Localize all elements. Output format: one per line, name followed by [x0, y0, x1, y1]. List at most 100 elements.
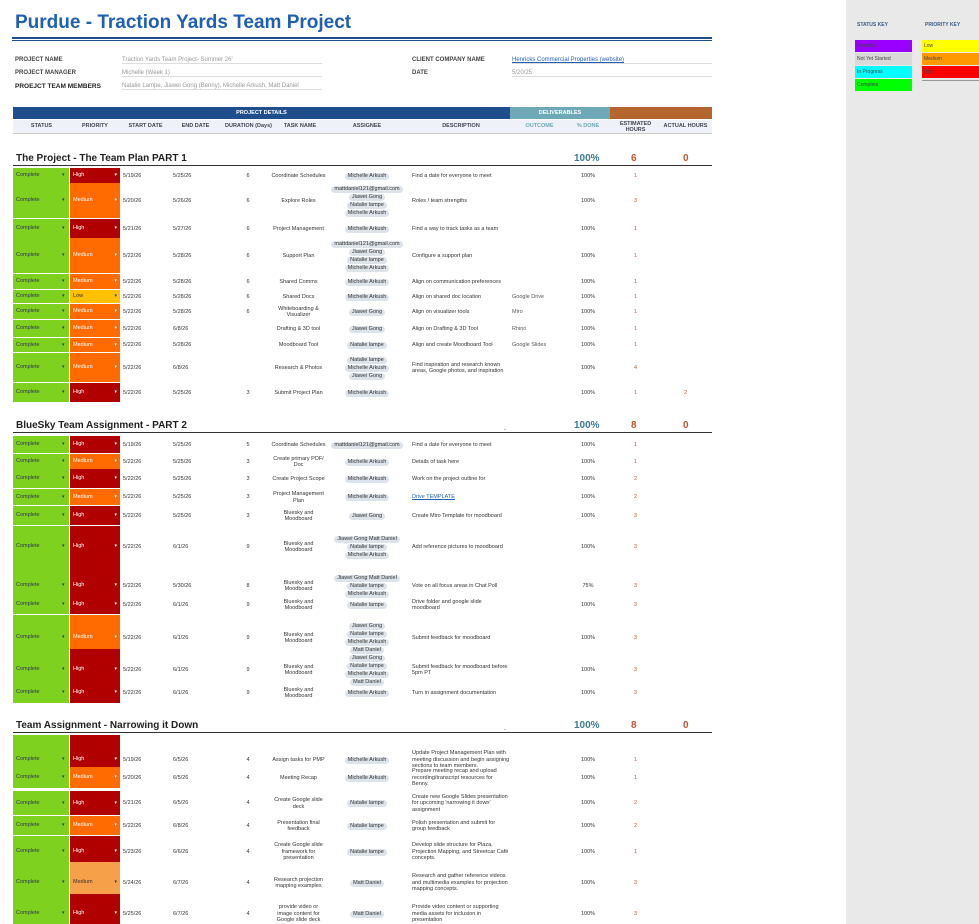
assignee-chip[interactable]: Natalie lampe — [347, 800, 387, 807]
assignee-cell[interactable]: Michelle Arkush — [327, 274, 407, 290]
description-cell[interactable]: Drive folder and google slide moodboard — [412, 595, 510, 615]
description-cell[interactable] — [412, 383, 510, 403]
description-cell[interactable]: Add reference pictures to moodboard — [412, 526, 510, 568]
description-cell[interactable]: Find a date for everyone to meet — [412, 436, 510, 454]
outcome-cell[interactable] — [512, 506, 567, 526]
priority-dropdown[interactable]: High ▾ — [70, 168, 120, 184]
actual-hours-cell[interactable] — [663, 894, 708, 924]
estimated-hours-cell[interactable]: 3 — [613, 506, 658, 526]
assignee-chip[interactable]: Michelle Arkush — [344, 475, 390, 483]
start-date-cell[interactable]: 5/25/26 — [123, 894, 141, 924]
priority-dropdown[interactable]: Low ▾ — [70, 290, 120, 304]
status-dropdown[interactable]: Complete ▾ — [13, 489, 69, 506]
priority-dropdown[interactable]: High ▾ — [70, 894, 120, 924]
end-date-cell[interactable]: 6/7/26 — [173, 894, 188, 924]
assignee-cell[interactable]: Jiawei Gong — [327, 506, 407, 526]
assignee-cell[interactable]: mattdaniel121@gmail.com — [327, 436, 407, 454]
outcome-cell[interactable] — [512, 454, 567, 470]
priority-dropdown[interactable]: Medium ▾ — [70, 183, 120, 219]
estimated-hours-cell[interactable]: 3 — [613, 595, 658, 615]
estimated-hours-cell[interactable]: 1 — [613, 219, 658, 239]
priority-dropdown[interactable]: High ▾ — [70, 506, 120, 526]
duration-cell[interactable]: 6 — [228, 183, 268, 219]
end-date-cell[interactable]: 5/25/26 — [173, 454, 191, 470]
client-link[interactable]: Henricks Commercial Properties (website) — [512, 57, 712, 64]
actual-hours-cell[interactable] — [663, 338, 708, 353]
estimated-hours-cell[interactable]: 2 — [613, 791, 658, 816]
task-name-cell[interactable]: Research & Photos — [271, 353, 326, 383]
task-name-cell[interactable]: Whiteboarding & Visualizer — [271, 304, 326, 320]
priority-dropdown[interactable]: Medium ▾ — [70, 320, 120, 338]
outcome-cell[interactable] — [512, 816, 567, 836]
assignee-chip[interactable]: Michelle Arkush — [344, 638, 390, 646]
actual-hours-cell[interactable] — [663, 454, 708, 470]
duration-cell[interactable]: 9 — [228, 682, 268, 704]
percent-done-cell[interactable]: 100% — [568, 489, 608, 506]
end-date-cell[interactable]: 6/8/26 — [173, 353, 188, 383]
duration-cell[interactable]: 6 — [228, 168, 268, 184]
assignee-chip[interactable]: Michelle Arkush — [344, 756, 390, 764]
percent-done-cell[interactable]: 100% — [568, 168, 608, 184]
percent-done-cell[interactable]: 100% — [568, 338, 608, 353]
assignee-chip[interactable]: Michelle Arkush — [344, 458, 390, 466]
description-cell[interactable]: Align on Drafting & 3D Tool — [412, 320, 510, 338]
assignee-cell[interactable]: Michelle Arkush — [327, 682, 407, 704]
description-cell[interactable]: Prepare meeting recap and upload recordi… — [412, 767, 510, 789]
end-date-cell[interactable]: 5/25/26 — [173, 489, 191, 506]
end-date-cell[interactable]: 6/1/26 — [173, 526, 188, 568]
priority-dropdown[interactable]: Medium ▾ — [70, 238, 120, 274]
start-date-cell[interactable]: 5/22/26 — [123, 383, 141, 403]
assignee-chip[interactable]: Natalie lampe — [347, 662, 387, 670]
description-cell[interactable]: Create Miro Template for moodboard — [412, 506, 510, 526]
actual-hours-cell[interactable] — [663, 506, 708, 526]
actual-hours-cell[interactable] — [663, 436, 708, 454]
status-dropdown[interactable]: Complete ▾ — [13, 454, 69, 470]
start-date-cell[interactable]: 5/20/26 — [123, 183, 141, 219]
duration-cell[interactable]: 9 — [228, 526, 268, 568]
status-dropdown[interactable]: Complete ▾ — [13, 595, 69, 615]
assignee-chip[interactable]: Jiawei Gong — [348, 654, 386, 662]
team-value[interactable]: Natalie Lampe, Jiawei Gong (Benny), Mich… — [122, 83, 322, 90]
estimated-hours-cell[interactable]: 1 — [613, 304, 658, 320]
assignee-cell[interactable]: Michelle Arkush — [327, 219, 407, 239]
duration-cell[interactable]: 4 — [228, 816, 268, 836]
assignee-chip[interactable]: Michelle Arkush — [344, 689, 390, 697]
col-status[interactable]: STATUS — [13, 123, 70, 129]
assignee-chip[interactable]: Jiawei Gong — [348, 248, 386, 256]
outcome-cell[interactable]: Google Slides — [512, 338, 567, 353]
assignee-cell[interactable]: Michelle Arkush — [327, 454, 407, 470]
task-name-cell[interactable]: Bluesky and Moodboard — [271, 595, 326, 615]
outcome-cell[interactable] — [512, 469, 567, 489]
end-date-cell[interactable]: 5/25/26 — [173, 383, 191, 403]
assignee-cell[interactable]: Natalie lampe — [327, 816, 407, 836]
assignee-cell[interactable]: mattdaniel121@gmail.com Jiawei Gong Natali… — [327, 183, 407, 219]
outcome-cell[interactable] — [512, 168, 567, 184]
percent-done-cell[interactable]: 100% — [568, 816, 608, 836]
actual-hours-cell[interactable] — [663, 219, 708, 239]
duration-cell[interactable]: 6 — [228, 219, 268, 239]
estimated-hours-cell[interactable]: 2 — [613, 489, 658, 506]
task-name-cell[interactable]: Bluesky and Moodboard — [271, 506, 326, 526]
start-date-cell[interactable]: 5/22/26 — [123, 595, 141, 615]
duration-cell[interactable]: 9 — [228, 595, 268, 615]
priority-dropdown[interactable]: High ▾ — [70, 436, 120, 454]
task-name-cell[interactable]: Meeting Recap — [271, 767, 326, 789]
description-cell[interactable]: Find a date for everyone to meet — [412, 168, 510, 184]
assignee-chip[interactable]: Natalie lampe — [347, 201, 387, 209]
col-end-date[interactable]: END DATE — [173, 123, 218, 129]
assignee-cell[interactable]: Natalie lampe — [327, 338, 407, 353]
status-dropdown[interactable]: Complete ▾ — [13, 816, 69, 836]
task-name-cell[interactable]: Create Google slide deck — [271, 791, 326, 816]
assignee-chip[interactable]: Michelle Arkush — [344, 264, 390, 272]
outcome-cell[interactable]: Google Drive — [512, 290, 567, 304]
assignee-chip[interactable]: Jiawei Gong — [348, 622, 386, 630]
assignee-chip[interactable]: Michelle Arkush — [344, 774, 390, 782]
col-actual-hours[interactable]: ACTUAL HOURS — [663, 123, 708, 129]
start-date-cell[interactable]: 5/22/26 — [123, 506, 141, 526]
assignee-chip[interactable]: Jiawei Gong — [348, 325, 386, 333]
end-date-cell[interactable]: 6/5/26 — [173, 767, 188, 789]
priority-dropdown[interactable]: Medium ▾ — [70, 767, 120, 789]
assignee-chip[interactable]: Michelle Arkush — [344, 670, 390, 678]
status-dropdown[interactable]: Complete ▾ — [13, 338, 69, 353]
start-date-cell[interactable]: 5/22/26 — [123, 338, 141, 353]
